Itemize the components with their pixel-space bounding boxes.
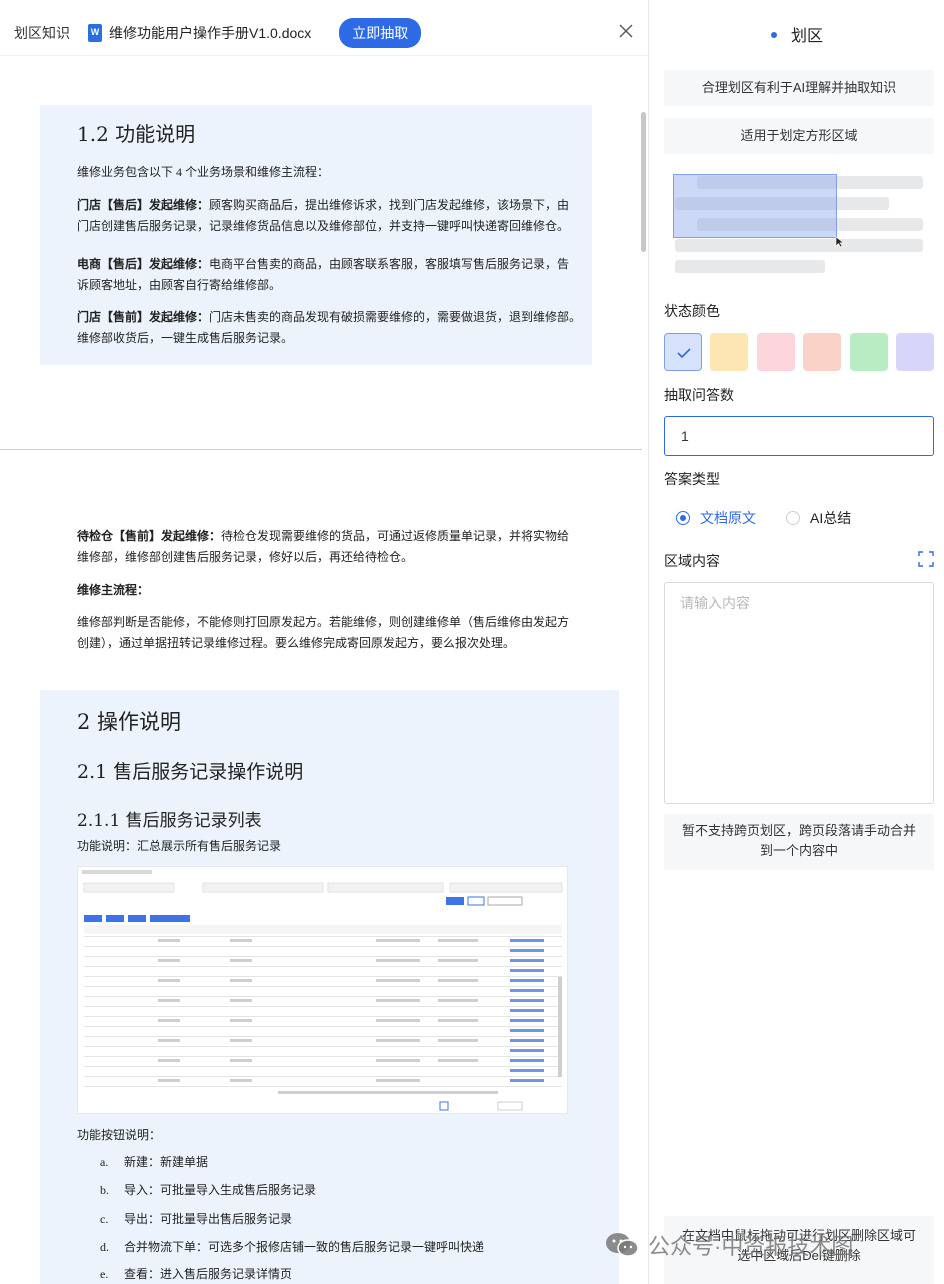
paragraph-bold-lead: 门店【售后】发起维修：: [77, 198, 210, 212]
paragraph-warehouse-pre-sale: 待检仓【售前】发起维修：待检仓发现需要维修的货品，可通过返修质量单记录，并将实物…: [77, 526, 577, 568]
radio-label: 文档原文: [700, 510, 756, 526]
illustration-line: [675, 239, 923, 252]
paragraph-text: 维修部判断是否能修，不能修则打回原发起方。若能维修，则创建维修单（售后维修由发起…: [77, 615, 570, 629]
breadcrumb[interactable]: 划区知识: [14, 23, 70, 43]
region-panel: 划区 合理划区有利于AI理解并抽取知识 适用于划定方形区域 状态颜色 抽取问答数…: [648, 0, 944, 1284]
tip-ai-extraction: 合理划区有利于AI理解并抽取知识: [664, 70, 934, 106]
list-item: d. 合并物流下单：可选多个报修店铺一致的售后服务记录一键呼叫快递: [100, 1237, 484, 1257]
paragraph-text: 顾客购买商品后，提出维修诉求，找到门店发起维修，该场景下，由: [209, 198, 570, 212]
document-scrollbar[interactable]: [641, 112, 646, 252]
color-swatch-pink[interactable]: [757, 333, 795, 371]
list-text: 导入：可批量导入生成售后服务记录: [124, 1183, 317, 1197]
section-2-1-title: 2.1 售后服务记录操作说明: [77, 761, 304, 783]
paragraph-text: 门店未售卖的商品发现有破损需要维修的，需要做退货，退到维修部。: [209, 310, 582, 324]
section-1-2-intro: 维修业务包含以下 4 个业务场景和维修主流程：: [77, 165, 330, 179]
list-text: 新建：新建单据: [124, 1155, 209, 1169]
paragraph-ecommerce-after-sale: 电商【售后】发起维修：电商平台售卖的商品，由顾客联系客服，客服填写售后服务记录，…: [77, 254, 577, 296]
list-text: 合并物流下单：可选多个报修店铺一致的售后服务记录一键呼叫快递: [124, 1240, 485, 1254]
list-item: a. 新建：新建单据: [100, 1152, 208, 1172]
paragraph-text: 门店创建售后服务记录，记录维修货品信息以及维修部位，并支持一键呼叫快递寄回维修仓…: [77, 219, 570, 233]
radio-label: AI总结: [810, 510, 852, 526]
buttons-description: 功能按钮说明：: [77, 1128, 162, 1142]
document-toolbar: 划区知识 维修功能用户操作手册V1.0.docx 立即抽取: [0, 10, 648, 56]
list-text: 导出：可批量导出售后服务记录: [124, 1212, 293, 1226]
paragraph-bold-lead: 电商【售后】发起维修：: [77, 257, 210, 271]
list-item: c. 导出：可批量导出售后服务记录: [100, 1209, 292, 1229]
main-flow-title: 维修主流程：: [77, 580, 149, 601]
extract-now-button[interactable]: 立即抽取: [339, 17, 422, 48]
region-illustration: [673, 170, 923, 280]
paragraph-text: 诉顾客地址，由顾客自行寄给维修部。: [77, 278, 282, 292]
status-color-picker: [664, 333, 936, 371]
paragraph-text: 维修部收货后，一键生成售后服务记录。: [77, 331, 294, 345]
list-marker: e.: [100, 1267, 109, 1281]
color-swatch-salmon[interactable]: [803, 333, 841, 371]
panel-title: 划区: [649, 22, 944, 46]
list-marker: b.: [100, 1183, 109, 1197]
embedded-screenshot-graphic: [82, 870, 563, 1111]
wechat-icon: [606, 1233, 639, 1257]
mouse-cursor-icon: [835, 236, 845, 248]
paragraph-store-after-sale: 门店【售后】发起维修：顾客购买商品后，提出维修诉求，找到门店发起维修，该场景下，…: [77, 195, 577, 237]
document-pane[interactable]: 划区知识 维修功能用户操作手册V1.0.docx 立即抽取 1.2 功能说明 维…: [0, 0, 648, 1284]
paragraph-main-flow: 维修部判断是否能修，不能修则打回原发起方。若能维修，则创建维修单（售后维修由发起…: [77, 612, 582, 654]
color-swatch-purple[interactable]: [896, 333, 934, 371]
status-color-label: 状态颜色: [664, 303, 720, 319]
radio-original-text[interactable]: 文档原文: [676, 509, 756, 527]
function-description: 功能说明：汇总展示所有售后服务记录: [77, 839, 282, 853]
close-icon[interactable]: [618, 23, 634, 39]
radio-circle: [786, 511, 800, 525]
paragraph-text: 创建），通过单据扭转记录维修过程。要么维修完成寄回原发起方，要么报次处理。: [77, 636, 516, 650]
paragraph-text: 电商平台售卖的商品，由顾客联系客服，客服填写售后服务记录，告: [209, 257, 570, 271]
illustration-selection-box: [673, 174, 837, 238]
file-name: 维修功能用户操作手册V1.0.docx: [109, 24, 312, 41]
list-marker: d.: [100, 1240, 109, 1254]
check-icon: [677, 348, 691, 359]
panel-title-text: 划区: [790, 28, 823, 45]
bullet-dot-icon: [770, 31, 777, 38]
watermark-text: 公众号·中资报技术图: [648, 1234, 854, 1259]
word-doc-icon: [88, 23, 102, 42]
list-item: e. 查看：进入售后服务记录详情页: [100, 1264, 292, 1284]
paragraph-text: 待检仓发现需要维修的货品，可通过返修质量单记录，并将实物给: [221, 529, 570, 543]
watermark: 公众号·中资报技术图: [604, 1228, 853, 1262]
section-1-2-title: 1.2 功能说明: [77, 122, 196, 146]
qa-count-label: 抽取问答数: [664, 387, 734, 403]
page-divider: [0, 449, 642, 450]
main-flow-title-text: 维修主流程：: [77, 583, 150, 597]
paragraph-bold-lead: 门店【售前】发起维修：: [77, 310, 210, 324]
tip-cross-page: 暂不支持跨页划区，跨页段落请手动合并到一个内容中: [664, 814, 934, 870]
color-swatch-green[interactable]: [850, 333, 888, 371]
answer-type-label: 答案类型: [664, 471, 720, 487]
radio-circle: [676, 511, 690, 525]
section-2-1-1-title: 2.1.1 售后服务记录列表: [77, 811, 262, 831]
region-content-label: 区域内容: [664, 553, 720, 569]
paragraph-text: 维修部，维修部创建售后服务记录，修好以后，再还给待检仓。: [77, 550, 414, 564]
region-content-textarea[interactable]: [664, 582, 934, 804]
section-2-title: 2 操作说明: [77, 710, 182, 734]
color-swatch-blue[interactable]: [664, 333, 702, 371]
list-marker: c.: [100, 1212, 109, 1226]
list-item: b. 导入：可批量导入生成售后服务记录: [100, 1180, 316, 1200]
radio-ai-summary[interactable]: AI总结: [786, 509, 851, 527]
paragraph-bold-lead: 待检仓【售前】发起维修：: [77, 529, 222, 543]
color-swatch-yellow[interactable]: [710, 333, 748, 371]
illustration-line: [675, 260, 825, 273]
list-text: 查看：进入售后服务记录详情页: [124, 1267, 293, 1281]
expand-icon[interactable]: [918, 551, 934, 567]
list-marker: a.: [100, 1155, 109, 1169]
tip-rectangular-region: 适用于划定方形区域: [664, 118, 934, 154]
qa-count-input[interactable]: [664, 416, 934, 456]
paragraph-store-pre-sale: 门店【售前】发起维修：门店未售卖的商品发现有破损需要维修的，需要做退货，退到维修…: [77, 307, 582, 349]
embedded-screenshot: [77, 866, 568, 1114]
